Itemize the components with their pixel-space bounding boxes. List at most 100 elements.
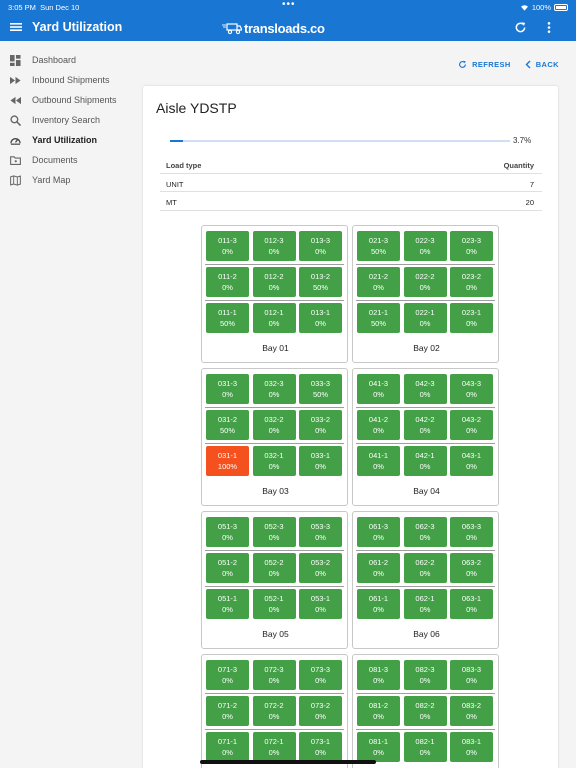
slot-tile[interactable]: 072-1 0% [252, 732, 296, 762]
slot-tile[interactable]: 083-1 0% [450, 732, 493, 762]
slot-tile[interactable]: 013-3 0% [299, 231, 342, 261]
sidebar-item-yard-utilization[interactable]: Yard Utilization [0, 131, 140, 149]
slot-tile[interactable]: 011-2 0% [206, 267, 249, 297]
slot-tile[interactable]: 052-1 0% [252, 589, 296, 619]
sidebar-item-yard-map[interactable]: Yard Map [0, 171, 140, 189]
slot-tile[interactable]: 021-3 50% [357, 231, 400, 261]
slot-tile[interactable]: 012-2 0% [252, 267, 296, 297]
slot-tile[interactable]: 041-1 0% [357, 446, 400, 476]
sidebar-item-documents[interactable]: Documents [0, 151, 140, 169]
slot-tile[interactable]: 071-1 0% [206, 732, 249, 762]
slot-tile[interactable]: 081-3 0% [357, 660, 400, 690]
slot-tile[interactable]: 072-3 0% [252, 660, 296, 690]
more-vert-icon[interactable] [544, 21, 554, 34]
slot-tile[interactable]: 063-1 0% [450, 589, 493, 619]
slot-tile[interactable]: 061-2 0% [357, 553, 400, 583]
slot-tile[interactable]: 031-2 50% [206, 410, 249, 440]
slot-tile[interactable]: 033-3 50% [299, 374, 342, 404]
slot-tile[interactable]: 063-2 0% [450, 553, 493, 583]
slot-tile[interactable]: 041-3 0% [357, 374, 400, 404]
slot-tile[interactable]: 012-1 0% [252, 303, 296, 333]
slot-tile[interactable]: 032-2 0% [252, 410, 296, 440]
brand-logo-text: transloads.co [244, 20, 325, 36]
slot-tile[interactable]: 062-2 0% [403, 553, 447, 583]
back-button[interactable]: BACK [525, 60, 559, 69]
slot-tile[interactable]: 072-2 0% [252, 696, 296, 726]
slot-tile[interactable]: 011-1 50% [206, 303, 249, 333]
sidebar-item-dashboard[interactable]: Dashboard [0, 51, 140, 69]
slot-tile[interactable]: 043-2 0% [450, 410, 493, 440]
refresh-button[interactable]: REFRESH [458, 60, 511, 69]
menu-icon[interactable] [10, 21, 22, 33]
slot-tile[interactable]: 051-1 0% [206, 589, 249, 619]
bay-card: 071-3 0% 072-3 0% 073-3 0% 071-2 0% 072-2 0% 073-2… [201, 654, 348, 768]
slot-tile[interactable]: 042-1 0% [403, 446, 447, 476]
slot-tile[interactable]: 013-1 0% [299, 303, 342, 333]
slot-percent: 0% [222, 283, 233, 292]
slot-tile[interactable]: 061-3 0% [357, 517, 400, 547]
slot-tile[interactable]: 082-3 0% [403, 660, 447, 690]
slot-tile[interactable]: 022-1 0% [403, 303, 447, 333]
multitask-dots[interactable]: ••• [282, 0, 296, 10]
slot-tile[interactable]: 023-2 0% [450, 267, 493, 297]
slot-tile[interactable]: 081-1 0% [357, 732, 400, 762]
slot-tile[interactable]: 021-2 0% [357, 267, 400, 297]
home-indicator[interactable] [200, 760, 376, 764]
slot-tile[interactable]: 033-2 0% [299, 410, 342, 440]
brand-logo: transloads.co [222, 18, 325, 38]
slot-tile[interactable]: 021-1 50% [357, 303, 400, 333]
refresh-icon[interactable] [514, 21, 527, 34]
slot-percent: 0% [466, 247, 477, 256]
slot-tile[interactable]: 032-3 0% [252, 374, 296, 404]
slot-id: 081-2 [368, 701, 389, 710]
slot-tile[interactable]: 011-3 0% [206, 231, 249, 261]
slot-tile[interactable]: 082-2 0% [403, 696, 447, 726]
slot-tile[interactable]: 063-3 0% [450, 517, 493, 547]
slot-tile[interactable]: 042-3 0% [403, 374, 447, 404]
slot-tile[interactable]: 081-2 0% [357, 696, 400, 726]
refresh-label: REFRESH [472, 60, 511, 69]
slot-id: 012-2 [264, 272, 284, 281]
slot-tile[interactable]: 033-1 0% [299, 446, 342, 476]
slot-tile[interactable]: 023-3 0% [450, 231, 493, 261]
slot-tile[interactable]: 071-3 0% [206, 660, 249, 690]
slot-tile[interactable]: 073-1 0% [299, 732, 342, 762]
slot-tile[interactable]: 062-3 0% [403, 517, 447, 547]
slot-tile[interactable]: 052-3 0% [252, 517, 296, 547]
slot-tile[interactable]: 071-2 0% [206, 696, 249, 726]
slot-percent: 0% [268, 390, 280, 399]
slot-tile[interactable]: 022-2 0% [403, 267, 447, 297]
slot-tile[interactable]: 032-1 0% [252, 446, 296, 476]
slot-tile[interactable]: 053-1 0% [299, 589, 342, 619]
slot-tile[interactable]: 073-2 0% [299, 696, 342, 726]
slot-tile[interactable]: 083-3 0% [450, 660, 493, 690]
slot-tile[interactable]: 031-1 100% [206, 446, 249, 476]
sidebar-item-inventory-search[interactable]: Inventory Search [0, 111, 140, 129]
slot-percent: 0% [315, 605, 326, 614]
slot-tile[interactable]: 073-3 0% [299, 660, 342, 690]
slot-tile[interactable]: 083-2 0% [450, 696, 493, 726]
sidebar-item-inbound-shipments[interactable]: Inbound Shipments [0, 71, 140, 89]
slot-percent: 0% [466, 676, 477, 685]
slot-tile[interactable]: 051-2 0% [206, 553, 249, 583]
slot-tile[interactable]: 023-1 0% [450, 303, 493, 333]
slot-tile[interactable]: 013-2 50% [299, 267, 342, 297]
slot-tile[interactable]: 043-1 0% [450, 446, 493, 476]
slot-tile[interactable]: 031-3 0% [206, 374, 249, 404]
slot-tile[interactable]: 042-2 0% [403, 410, 447, 440]
slot-tile[interactable]: 053-2 0% [299, 553, 342, 583]
slot-tile[interactable]: 053-3 0% [299, 517, 342, 547]
slot-tile[interactable]: 051-3 0% [206, 517, 249, 547]
slot-tile[interactable]: 012-3 0% [252, 231, 296, 261]
slot-percent: 0% [222, 533, 233, 542]
slot-percent: 0% [419, 605, 431, 614]
slot-tile[interactable]: 061-1 0% [357, 589, 400, 619]
slot-percent: 0% [419, 319, 431, 328]
slot-tile[interactable]: 022-3 0% [403, 231, 447, 261]
slot-tile[interactable]: 082-1 0% [403, 732, 447, 762]
slot-tile[interactable]: 043-3 0% [450, 374, 493, 404]
slot-tile[interactable]: 041-2 0% [357, 410, 400, 440]
slot-tile[interactable]: 062-1 0% [403, 589, 447, 619]
slot-tile[interactable]: 052-2 0% [252, 553, 296, 583]
sidebar-item-outbound-shipments[interactable]: Outbound Shipments [0, 91, 140, 109]
